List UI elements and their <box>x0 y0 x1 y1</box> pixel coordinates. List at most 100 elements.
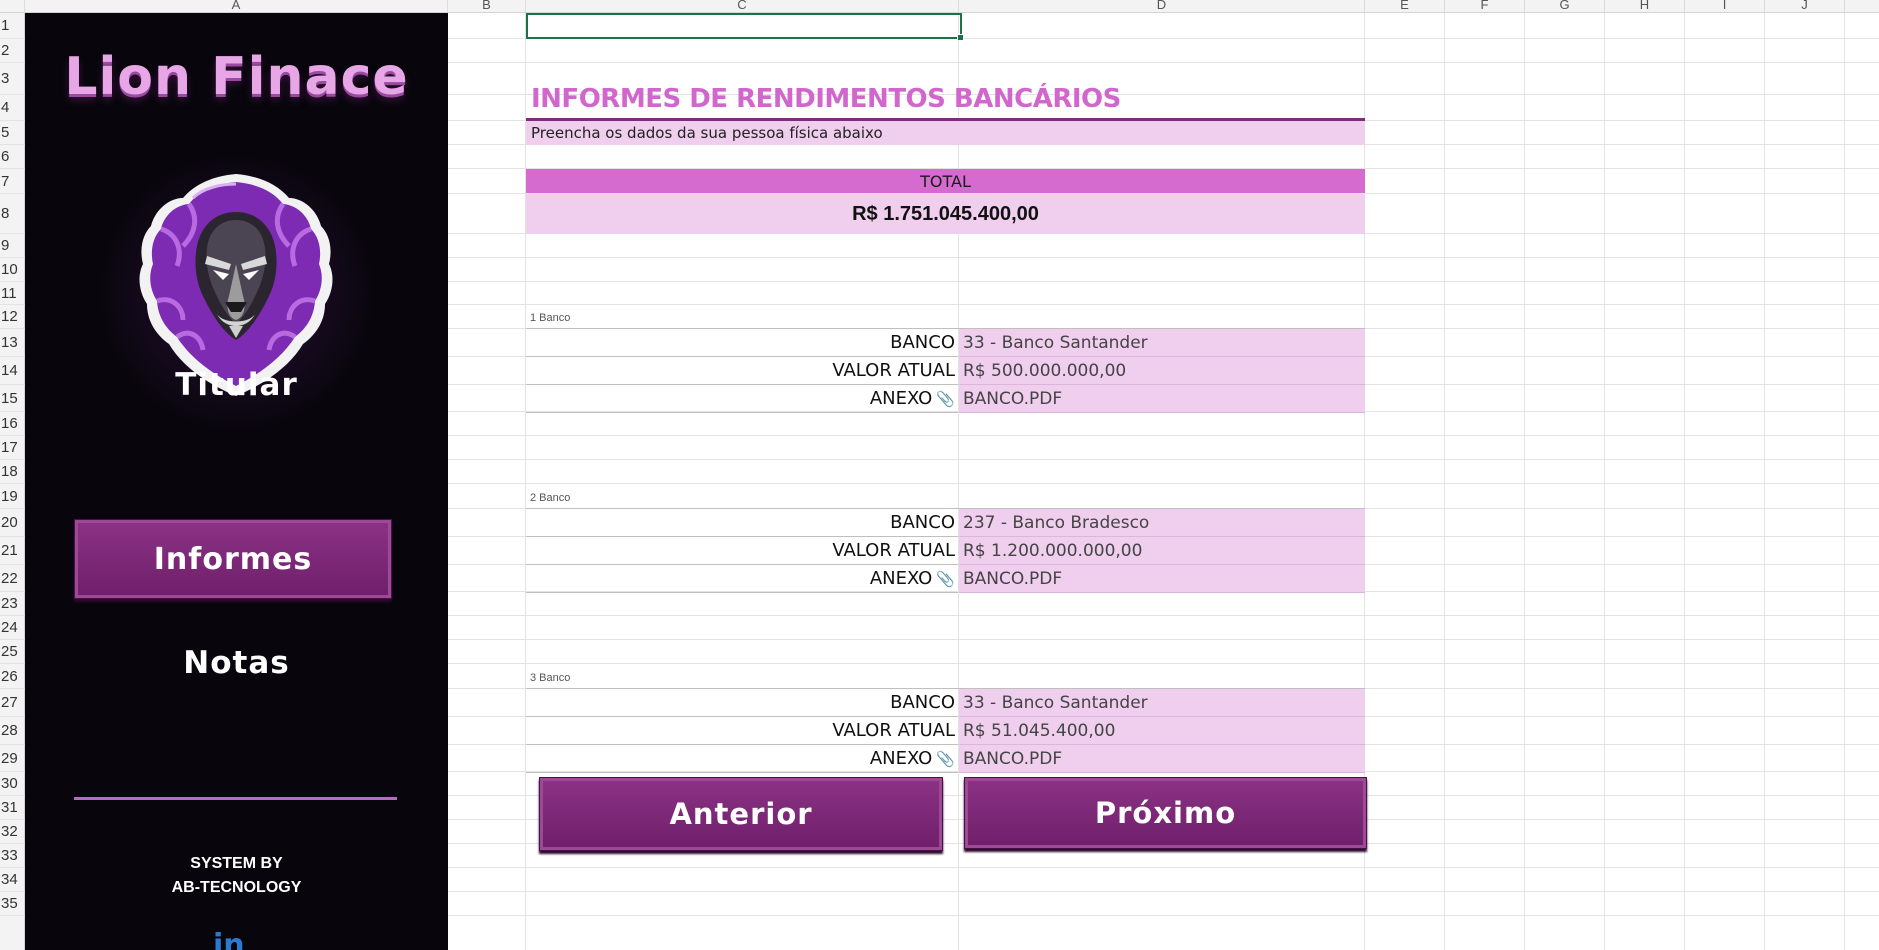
brand-title: Lion Finace <box>64 47 409 107</box>
nav-notas[interactable]: Notas <box>25 645 448 681</box>
grid-row-line <box>448 615 1879 616</box>
banco-value-1[interactable]: 33 - Banco Santander <box>959 329 1365 357</box>
row-header[interactable]: 5 <box>0 121 25 145</box>
column-header-c[interactable]: C <box>526 0 959 13</box>
lion-logo-icon <box>139 174 333 396</box>
row-header[interactable]: 1 <box>0 13 25 39</box>
linkedin-icon[interactable]: in <box>213 928 245 950</box>
row-header[interactable]: 8 <box>0 194 25 234</box>
valor-value-1[interactable]: R$ 500.000.000,00 <box>959 357 1365 385</box>
grid-row-line <box>448 304 1879 305</box>
row-header[interactable]: 3 <box>0 63 25 95</box>
row-header[interactable]: 6 <box>0 145 25 169</box>
anexo-label-row-1: ANEXO 📎 <box>526 385 958 413</box>
anexo-value-3[interactable]: BANCO.PDF <box>959 745 1365 773</box>
system-author-label: AB-TECNOLOGY <box>171 879 302 896</box>
total-value-cell[interactable]: R$ 1.751.045.400,00 <box>526 194 1365 234</box>
group-header-2: 2 Banco <box>530 492 571 504</box>
select-all-corner[interactable] <box>0 0 25 13</box>
column-header-j[interactable]: J <box>1765 0 1845 13</box>
group-header-3: 3 Banco <box>530 672 571 684</box>
selected-cell-c1[interactable] <box>526 13 964 41</box>
row-header[interactable]: 35 <box>0 892 25 916</box>
column-header-f[interactable]: F <box>1445 0 1525 13</box>
row-header[interactable]: 14 <box>0 357 25 385</box>
row-header[interactable]: 26 <box>0 664 25 689</box>
row-header[interactable]: 27 <box>0 689 25 717</box>
total-label: TOTAL <box>920 171 971 191</box>
total-header: TOTAL <box>526 169 1365 193</box>
proximo-button[interactable]: Próximo <box>964 777 1367 849</box>
row-header[interactable]: 23 <box>0 592 25 616</box>
grid-row-line <box>448 915 1879 916</box>
row-header[interactable]: 32 <box>0 820 25 844</box>
column-header-a[interactable]: A <box>25 0 448 13</box>
grid-column-line <box>1444 13 1445 950</box>
valor-label-2: VALOR ATUAL <box>526 537 958 565</box>
grid-row-line <box>448 867 1879 868</box>
row-header[interactable]: 29 <box>0 745 25 772</box>
row-header[interactable]: 33 <box>0 844 25 868</box>
valor-value-2[interactable]: R$ 1.200.000.000,00 <box>959 537 1365 565</box>
row-header[interactable]: 19 <box>0 484 25 509</box>
row-header[interactable]: 16 <box>0 412 25 436</box>
row-header[interactable]: 12 <box>0 305 25 329</box>
banco-label-3: BANCO <box>526 689 958 717</box>
banco-value-2[interactable]: 237 - Banco Bradesco <box>959 509 1365 537</box>
nav-titular[interactable]: Titular <box>25 367 448 403</box>
row-header[interactable]: 34 <box>0 868 25 892</box>
grid-row-line <box>448 257 1879 258</box>
row-header[interactable]: 28 <box>0 717 25 745</box>
banco-label-1: BANCO <box>526 329 958 357</box>
valor-value-3[interactable]: R$ 51.045.400,00 <box>959 717 1365 745</box>
grid-column-line <box>1764 13 1765 950</box>
row-header[interactable]: 25 <box>0 640 25 664</box>
valor-label-3: VALOR ATUAL <box>526 717 958 745</box>
row-header[interactable]: 24 <box>0 616 25 640</box>
anexo-value-2[interactable]: BANCO.PDF <box>959 565 1365 593</box>
row-header[interactable]: 22 <box>0 565 25 592</box>
column-header-d[interactable]: D <box>959 0 1365 13</box>
row-header[interactable]: 9 <box>0 234 25 258</box>
row-header[interactable]: 2 <box>0 39 25 63</box>
column-header-b[interactable]: B <box>448 0 526 13</box>
anexo-label-3: ANEXO <box>869 748 933 769</box>
sidebar-panel: Lion Finace Titular Informes Notas SYSTE… <box>25 13 448 950</box>
row-header[interactable]: 7 <box>0 169 25 194</box>
row-header[interactable]: 21 <box>0 537 25 565</box>
row-header[interactable]: 15 <box>0 385 25 412</box>
anexo-value-1[interactable]: BANCO.PDF <box>959 385 1365 413</box>
row-header[interactable]: 10 <box>0 258 25 282</box>
total-value: R$ 1.751.045.400,00 <box>852 202 1039 225</box>
column-header-g[interactable]: G <box>1525 0 1605 13</box>
column-header-h[interactable]: H <box>1605 0 1685 13</box>
page-title: INFORMES DE RENDIMENTOS BANCÁRIOS <box>531 84 1121 114</box>
row-header-bar: 1 2 3 4 5 6 7 8 9 10 11 12 13 14 15 16 17 18 19 20 21 22 23 24 2… <box>0 13 25 950</box>
banco-value-3[interactable]: 33 - Banco Santander <box>959 689 1365 717</box>
row-header[interactable]: 30 <box>0 772 25 796</box>
anterior-button[interactable]: Anterior <box>539 777 943 851</box>
anterior-label: Anterior <box>669 797 813 831</box>
grid-column-line <box>958 13 959 950</box>
row-header[interactable]: 11 <box>0 282 25 305</box>
page-subtitle: Preencha os dados da sua pessoa física a… <box>531 124 883 142</box>
row-header[interactable]: 17 <box>0 436 25 460</box>
row-header[interactable]: 18 <box>0 460 25 484</box>
anexo-label-2: ANEXO <box>869 568 933 589</box>
column-header-i[interactable]: I <box>1685 0 1765 13</box>
row-header[interactable]: 20 <box>0 509 25 537</box>
row-header[interactable]: 31 <box>0 796 25 820</box>
system-by-label: SYSTEM BY <box>190 855 283 872</box>
nav-informes-button[interactable]: Informes <box>74 519 392 599</box>
grid-row-line <box>448 435 1879 436</box>
paperclip-icon[interactable]: 📎 <box>936 750 955 768</box>
column-header-e[interactable]: E <box>1365 0 1445 13</box>
row-header[interactable]: 4 <box>0 95 25 121</box>
grid-row-line <box>448 62 1879 63</box>
valor-label-1: VALOR ATUAL <box>526 357 958 385</box>
paperclip-icon[interactable]: 📎 <box>936 570 955 588</box>
proximo-label: Próximo <box>1094 796 1237 830</box>
paperclip-icon[interactable]: 📎 <box>936 390 955 408</box>
sidebar-divider <box>74 797 397 800</box>
row-header[interactable]: 13 <box>0 329 25 357</box>
